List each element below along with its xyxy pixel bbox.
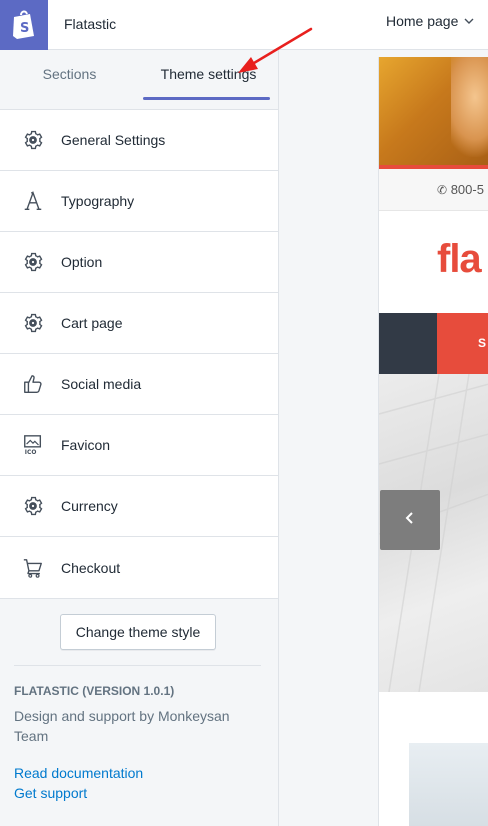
preview-toolbar: Home page (279, 0, 488, 50)
phone-number: ✆ 800-5 (437, 182, 484, 197)
theme-settings-menu: General Settings Typography Option Cart … (0, 109, 278, 599)
thumbs-up-icon (21, 372, 45, 396)
menu-item-cart-page[interactable]: Cart page (0, 293, 278, 354)
menu-item-option[interactable]: Option (0, 232, 278, 293)
chevron-left-icon (404, 511, 416, 530)
sidebar-tabs: Sections Theme settings (0, 50, 278, 100)
divider (14, 665, 261, 666)
shopify-logo-icon[interactable]: S (0, 0, 48, 50)
phone-icon: ✆ (437, 183, 448, 197)
tab-sections[interactable]: Sections (0, 50, 139, 100)
get-support-link[interactable]: Get support (14, 785, 87, 801)
chevron-down-icon (464, 13, 474, 29)
theme-version: FLATASTIC (VERSION 1.0.1) (14, 684, 175, 698)
menu-item-label: Checkout (61, 559, 121, 576)
menu-item-favicon[interactable]: ICO Favicon (0, 415, 278, 476)
menu-item-label: Currency (61, 498, 118, 514)
store-name: Flatastic (64, 16, 117, 32)
tab-theme-settings[interactable]: Theme settings (139, 50, 278, 100)
menu-item-label: Typography (61, 193, 135, 209)
menu-item-currency[interactable]: Currency (0, 476, 278, 537)
gear-icon (21, 128, 45, 152)
typography-icon (21, 189, 45, 213)
menu-item-checkout[interactable]: Checkout (0, 537, 278, 598)
menu-item-label: Favicon (61, 437, 111, 453)
gear-icon (21, 250, 45, 274)
menu-item-general-settings[interactable]: General Settings (0, 110, 278, 171)
read-documentation-link[interactable]: Read documentation (14, 765, 143, 781)
menu-item-typography[interactable]: Typography (0, 171, 278, 232)
sidebar-header: S Flatastic (0, 0, 279, 50)
nav-item-label: S (478, 336, 487, 350)
theme-credits: Design and support by Monkeysan Team (14, 708, 230, 744)
menu-item-social-media[interactable]: Social media (0, 354, 278, 415)
hero-person-image (451, 57, 488, 157)
favicon-icon: ICO (21, 433, 45, 457)
theme-editor-sidebar: S Flatastic Sections Theme settings Gene… (0, 0, 279, 826)
store-logo[interactable]: fla (437, 237, 482, 282)
product-thumbnail[interactable] (409, 743, 488, 826)
contact-bar: ✆ 800-5 (379, 169, 488, 211)
menu-item-label: Cart page (61, 315, 123, 331)
page-selector[interactable]: Home page (386, 13, 474, 29)
svg-text:S: S (20, 21, 29, 36)
change-theme-style-button[interactable]: Change theme style (60, 614, 216, 650)
svg-text:ICO: ICO (25, 449, 37, 456)
menu-item-label: Option (61, 254, 103, 270)
main-nav-bar (379, 313, 437, 374)
menu-item-label: Social media (61, 376, 142, 392)
gear-icon (21, 311, 45, 335)
menu-item-label: General Settings (61, 132, 166, 148)
cart-icon (21, 556, 45, 580)
page-selector-label: Home page (386, 13, 459, 29)
slider-prev-button[interactable] (380, 490, 440, 550)
storefront-preview: ✆ 800-5 fla S (378, 57, 488, 826)
gear-icon (21, 494, 45, 518)
